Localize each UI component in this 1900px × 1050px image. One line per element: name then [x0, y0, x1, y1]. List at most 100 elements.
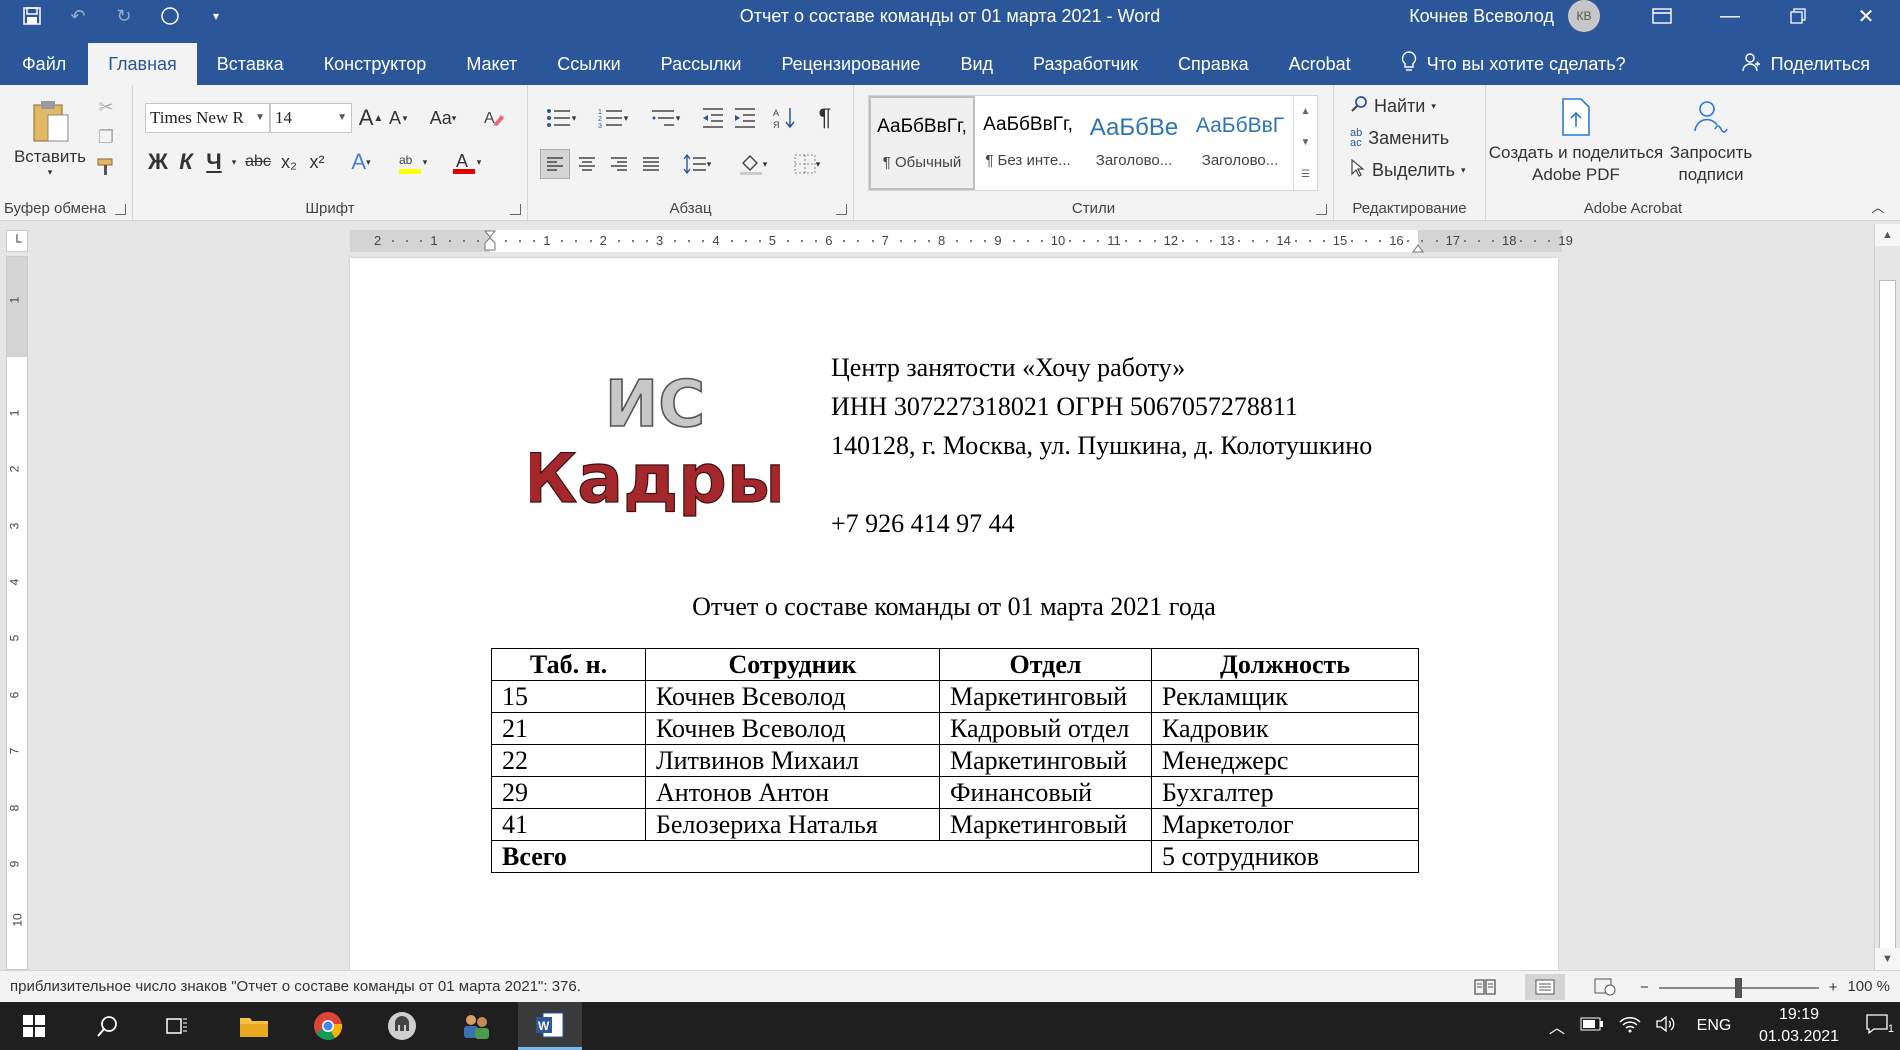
- style-heading-1[interactable]: АаБбВе Заголово...: [1081, 96, 1187, 190]
- highlight-icon[interactable]: ab ▾: [389, 147, 435, 177]
- decrease-indent-icon[interactable]: [698, 103, 728, 133]
- strikethrough-button[interactable]: abc: [243, 147, 273, 177]
- tab-help[interactable]: Справка: [1158, 43, 1269, 85]
- tab-view[interactable]: Вид: [940, 43, 1013, 85]
- style-no-spacing[interactable]: АаБбВвГг, ¶ Без инте...: [975, 96, 1081, 190]
- vertical-ruler[interactable]: 11234567891011: [6, 256, 28, 970]
- grow-font-button[interactable]: A ▲: [358, 103, 384, 133]
- wifi-icon[interactable]: [1612, 1015, 1648, 1038]
- zoom-slider[interactable]: − +: [1640, 977, 1838, 998]
- tab-layout[interactable]: Макет: [446, 43, 537, 85]
- increase-indent-icon[interactable]: [730, 103, 760, 133]
- zoom-knob[interactable]: [1734, 977, 1742, 998]
- font-launcher[interactable]: [510, 204, 521, 215]
- vertical-scrollbar[interactable]: ▲ ▼: [1874, 224, 1900, 970]
- language-indicator[interactable]: ENG: [1684, 1017, 1744, 1035]
- superscript-button[interactable]: x²: [304, 147, 330, 177]
- volume-icon[interactable]: [1648, 1015, 1684, 1038]
- redo-icon[interactable]: ↻: [112, 4, 136, 28]
- circle-icon[interactable]: [158, 4, 182, 28]
- chevron-up-icon[interactable]: ︿: [1542, 1014, 1572, 1038]
- gallery-more-icon[interactable]: ☰: [1301, 169, 1310, 180]
- save-icon[interactable]: [20, 4, 44, 28]
- subscript-button[interactable]: x₂: [276, 147, 302, 177]
- collapse-ribbon-icon[interactable]: ︿: [1868, 196, 1888, 216]
- align-right-icon[interactable]: [604, 149, 634, 179]
- undo-icon[interactable]: ↶: [66, 4, 90, 28]
- avatar[interactable]: КВ: [1568, 0, 1600, 32]
- format-painter-icon[interactable]: [92, 155, 120, 179]
- align-center-icon[interactable]: [572, 149, 602, 179]
- underline-dropdown-icon[interactable]: ▾: [227, 147, 241, 177]
- select-button[interactable]: Выделить ▾: [1350, 157, 1480, 183]
- close-icon[interactable]: ✕: [1832, 0, 1900, 32]
- document-page[interactable]: ИС Кадры Центр занятости «Хочу работу» И…: [350, 258, 1558, 970]
- tell-me-box[interactable]: Что вы хотите сделать?: [1371, 43, 1626, 85]
- align-left-icon[interactable]: [540, 149, 570, 179]
- web-layout-icon[interactable]: [1585, 974, 1625, 1000]
- borders-icon[interactable]: ▾: [784, 149, 830, 179]
- zoom-level[interactable]: 100 %: [1847, 978, 1890, 995]
- app-people-icon[interactable]: [444, 1002, 508, 1050]
- zoom-out-icon[interactable]: −: [1640, 979, 1649, 996]
- bold-button[interactable]: Ж: [145, 147, 171, 177]
- print-layout-icon[interactable]: [1525, 974, 1565, 1000]
- chrome-icon[interactable]: [296, 1002, 360, 1050]
- tab-acrobat[interactable]: Acrobat: [1269, 43, 1371, 85]
- clipboard-launcher[interactable]: [115, 204, 126, 215]
- find-button[interactable]: Найти ▾: [1350, 93, 1460, 119]
- italic-button[interactable]: К: [173, 147, 199, 177]
- scroll-up-icon[interactable]: ▲: [1875, 224, 1900, 246]
- copy-icon[interactable]: ❐: [92, 125, 120, 149]
- scroll-down-icon[interactable]: ▼: [1875, 948, 1900, 970]
- zoom-in-icon[interactable]: +: [1829, 979, 1838, 996]
- user-name[interactable]: Кочнев Всеволод: [1409, 6, 1554, 27]
- style-heading-2[interactable]: АаБбВвГ Заголово...: [1187, 96, 1293, 190]
- left-indent-marker[interactable]: [483, 230, 497, 252]
- justify-icon[interactable]: [636, 149, 666, 179]
- file-explorer-icon[interactable]: [222, 1002, 286, 1050]
- multilevel-list-icon[interactable]: ▾: [642, 103, 688, 133]
- battery-icon[interactable]: [1572, 1017, 1612, 1036]
- tab-file[interactable]: Файл: [0, 43, 88, 85]
- tab-insert[interactable]: Вставка: [197, 43, 304, 85]
- style-normal[interactable]: АаБбВвГг, ¶ Обычный: [869, 96, 975, 190]
- notifications-icon[interactable]: 1: [1854, 1013, 1900, 1039]
- font-name-field[interactable]: Times New R ▼: [145, 103, 270, 133]
- font-size-field[interactable]: 14 ▼: [270, 103, 352, 133]
- shading-icon[interactable]: ▾: [730, 149, 776, 179]
- replace-button[interactable]: ab ac Заменить: [1350, 125, 1470, 151]
- horizontal-ruler[interactable]: 2 1 1 2 3 4 5 6 7 8 9 10 11 12 13 14 15 16 17 18 19: [350, 230, 1573, 253]
- task-view-icon[interactable]: [144, 1002, 208, 1050]
- line-spacing-icon[interactable]: ▾: [674, 149, 720, 179]
- bullets-icon[interactable]: ▾: [538, 103, 584, 133]
- request-signatures-button[interactable]: Запросить подписи: [1666, 93, 1756, 189]
- underline-button[interactable]: Ч: [201, 147, 227, 177]
- gallery-up-icon[interactable]: ▲: [1301, 106, 1311, 117]
- tab-mailings[interactable]: Рассылки: [641, 43, 762, 85]
- search-taskbar-icon[interactable]: [76, 1002, 140, 1050]
- windows-start-icon[interactable]: [2, 1002, 66, 1050]
- show-formatting-marks-button[interactable]: ¶: [810, 103, 840, 133]
- font-color-icon[interactable]: A ▾: [443, 147, 489, 177]
- create-pdf-button[interactable]: Создать и поделиться Adobe PDF: [1489, 93, 1663, 189]
- restore-icon[interactable]: [1764, 0, 1832, 32]
- sort-icon[interactable]: AЯ: [770, 103, 800, 133]
- paste-button[interactable]: Вставить ▾: [10, 93, 90, 183]
- change-case-button[interactable]: Aa ▾: [423, 103, 463, 133]
- cut-icon[interactable]: ✂: [92, 95, 120, 119]
- tab-home[interactable]: Главная: [88, 43, 197, 85]
- ribbon-display-options-icon[interactable]: [1628, 0, 1696, 32]
- clock[interactable]: 19:19 01.03.2021: [1744, 1004, 1854, 1048]
- tab-references[interactable]: Ссылки: [537, 43, 640, 85]
- zoom-track[interactable]: [1658, 977, 1819, 998]
- tab-developer[interactable]: Разработчик: [1013, 43, 1158, 85]
- app-elephant-icon[interactable]: [370, 1002, 434, 1050]
- share-button[interactable]: Поделиться: [1741, 43, 1870, 85]
- shrink-font-button[interactable]: A ▼: [386, 103, 412, 133]
- text-effects-icon[interactable]: A ▾: [341, 147, 381, 177]
- read-mode-icon[interactable]: [1465, 974, 1505, 1000]
- minimize-icon[interactable]: —: [1696, 0, 1764, 32]
- numbering-icon[interactable]: 1 2 3 ▾: [590, 103, 636, 133]
- tab-design[interactable]: Конструктор: [304, 43, 447, 85]
